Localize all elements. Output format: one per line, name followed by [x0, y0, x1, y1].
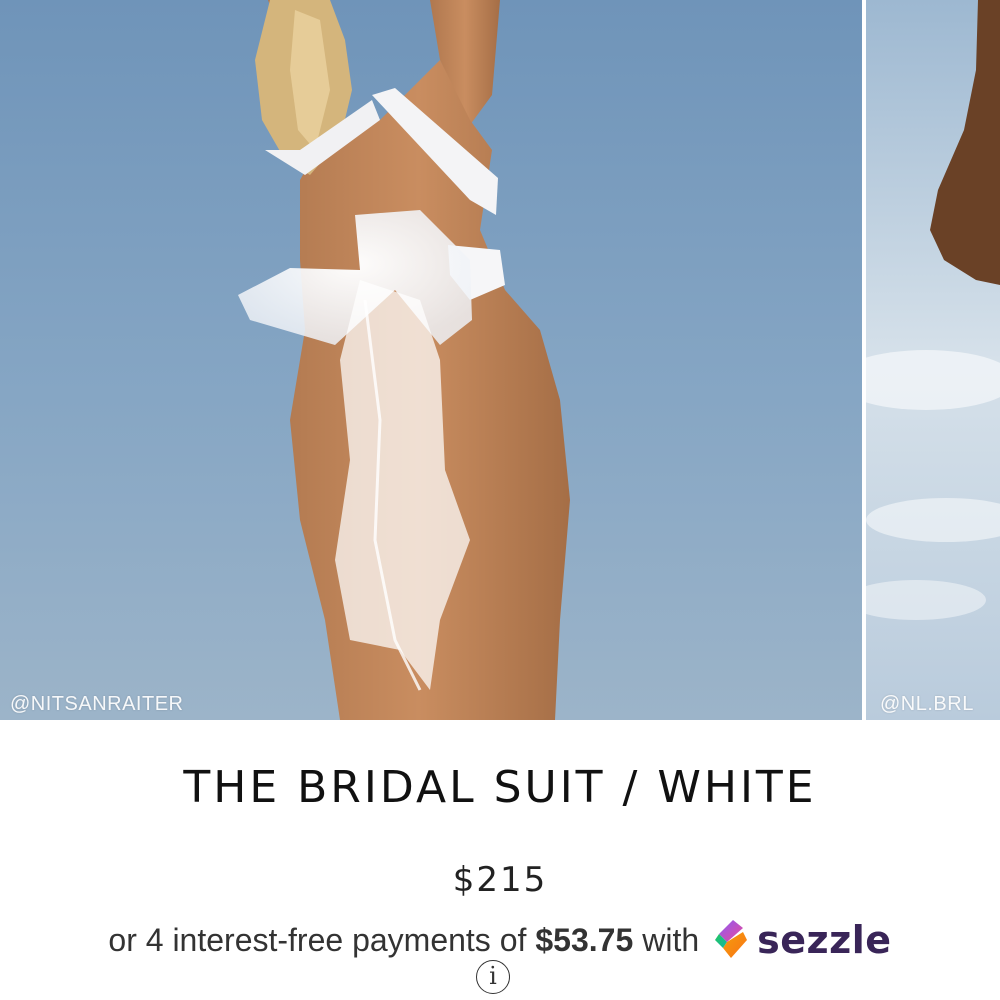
product-photo-next [866, 0, 1000, 720]
installment-amount: $53.75 [535, 921, 634, 958]
product-title: THE BRIDAL SUIT / WHITE [183, 762, 817, 813]
installment-prefix: or 4 interest-free payments of [108, 921, 527, 958]
gallery-slide-next[interactable]: @NL.BRL [866, 0, 1000, 720]
photo-credit: @NL.BRL [880, 693, 974, 715]
product-photo-main [0, 0, 862, 720]
sezzle-logo[interactable]: sezzle [711, 918, 891, 962]
sezzle-icon [715, 920, 748, 958]
sezzle-wordmark: sezzle [757, 918, 892, 962]
product-price: $215 [452, 860, 548, 900]
info-icon[interactable]: i [476, 960, 510, 994]
gallery-slide-main[interactable]: @NITSANRAITER [0, 0, 862, 720]
installment-suffix: with [642, 921, 700, 958]
photo-credit: @NITSANRAITER [10, 693, 184, 715]
installment-message: or 4 interest-free payments of $53.75 wi… [0, 918, 1000, 962]
image-gallery[interactable]: @NITSANRAITER @NL.BRL [0, 0, 1000, 720]
product-page: @NITSANRAITER @NL.BRL THE BRIDAL SUIT / … [0, 0, 1000, 1000]
